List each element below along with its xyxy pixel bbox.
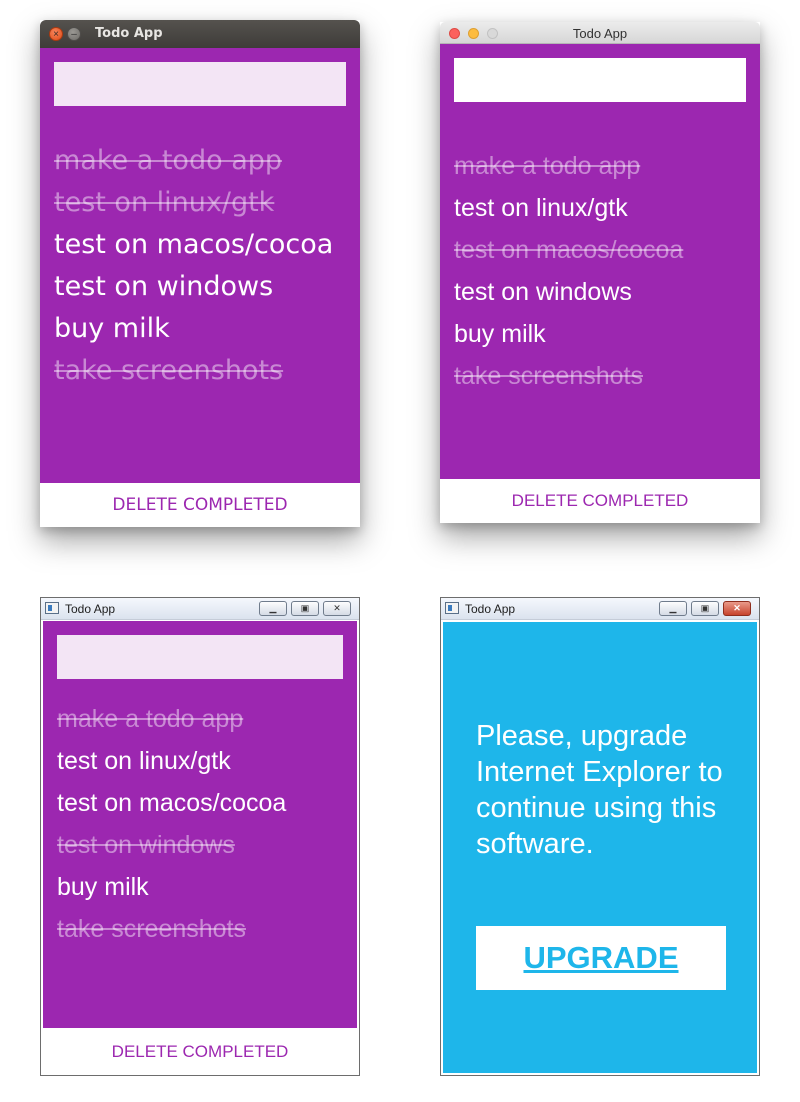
upgrade-button[interactable]: UPGRADE bbox=[476, 926, 726, 990]
app-content: make a todo app test on linux/gtk test o… bbox=[43, 621, 357, 1028]
todo-item[interactable]: buy milk bbox=[57, 873, 149, 902]
new-todo-input[interactable] bbox=[57, 635, 343, 679]
minimize-icon[interactable]: – bbox=[67, 27, 81, 41]
window-title: Todo App bbox=[572, 26, 628, 41]
app-icon bbox=[45, 602, 59, 614]
todo-item[interactable]: test on windows bbox=[54, 271, 273, 302]
todo-item[interactable]: test on macos/cocoa bbox=[454, 236, 683, 265]
todo-item[interactable]: buy milk bbox=[454, 320, 546, 349]
todo-item[interactable]: test on macos/cocoa bbox=[57, 789, 286, 818]
mac-todo-window: Todo App make a todo app test on linux/g… bbox=[440, 22, 760, 523]
new-todo-input[interactable] bbox=[454, 58, 746, 102]
app-content: make a todo app test on linux/gtk test o… bbox=[440, 44, 760, 479]
title-bar[interactable]: Todo App bbox=[440, 22, 760, 44]
delete-completed-button[interactable]: DELETE COMPLETED bbox=[40, 483, 360, 527]
minimize-icon[interactable]: ▁ bbox=[659, 601, 687, 616]
window-title: Todo App bbox=[65, 602, 116, 616]
title-bar[interactable]: × – Todo App bbox=[40, 20, 360, 48]
todo-item[interactable]: take screenshots bbox=[454, 362, 643, 391]
todo-item[interactable]: test on macos/cocoa bbox=[54, 229, 333, 260]
delete-completed-button[interactable]: DELETE COMPLETED bbox=[440, 479, 760, 523]
close-icon[interactable]: ✕ bbox=[723, 601, 751, 616]
close-icon[interactable]: ✕ bbox=[323, 601, 351, 616]
maximize-icon[interactable]: ▣ bbox=[691, 601, 719, 616]
delete-completed-button[interactable]: DELETE COMPLETED bbox=[41, 1028, 359, 1075]
todo-item[interactable]: make a todo app bbox=[454, 152, 640, 181]
minimize-icon[interactable]: ▁ bbox=[259, 601, 287, 616]
todo-item[interactable]: take screenshots bbox=[54, 355, 283, 386]
todo-item[interactable]: test on linux/gtk bbox=[54, 187, 274, 218]
todo-item[interactable]: buy milk bbox=[54, 313, 170, 344]
todo-item[interactable]: test on windows bbox=[57, 831, 235, 860]
todo-item[interactable]: make a todo app bbox=[57, 705, 243, 734]
linux-todo-window: × – Todo App make a todo app test on lin… bbox=[40, 20, 360, 527]
window-title: Todo App bbox=[465, 602, 516, 616]
title-bar[interactable]: Todo App ▁ ▣ ✕ bbox=[441, 598, 759, 620]
new-todo-input[interactable] bbox=[54, 62, 346, 106]
todo-item[interactable]: test on linux/gtk bbox=[454, 194, 628, 223]
upgrade-panel: Please, upgrade Internet Explorer to con… bbox=[443, 622, 757, 1073]
todo-item[interactable]: test on linux/gtk bbox=[57, 747, 231, 776]
todo-item[interactable]: test on windows bbox=[454, 278, 632, 307]
todo-item[interactable]: take screenshots bbox=[57, 915, 246, 944]
window-title: Todo App bbox=[95, 26, 163, 41]
upgrade-message: Please, upgrade Internet Explorer to con… bbox=[476, 720, 723, 860]
todo-item[interactable]: make a todo app bbox=[54, 145, 282, 176]
app-content: make a todo app test on linux/gtk test o… bbox=[40, 48, 360, 483]
ie-todo-window: Todo App ▁ ▣ ✕ Please, upgrade Internet … bbox=[440, 597, 760, 1076]
title-bar[interactable]: Todo App ▁ ▣ ✕ bbox=[41, 598, 359, 620]
close-icon[interactable]: × bbox=[49, 27, 63, 41]
app-icon bbox=[445, 602, 459, 614]
windows-todo-window: Todo App ▁ ▣ ✕ make a todo app test on l… bbox=[40, 597, 360, 1076]
maximize-icon[interactable]: ▣ bbox=[291, 601, 319, 616]
